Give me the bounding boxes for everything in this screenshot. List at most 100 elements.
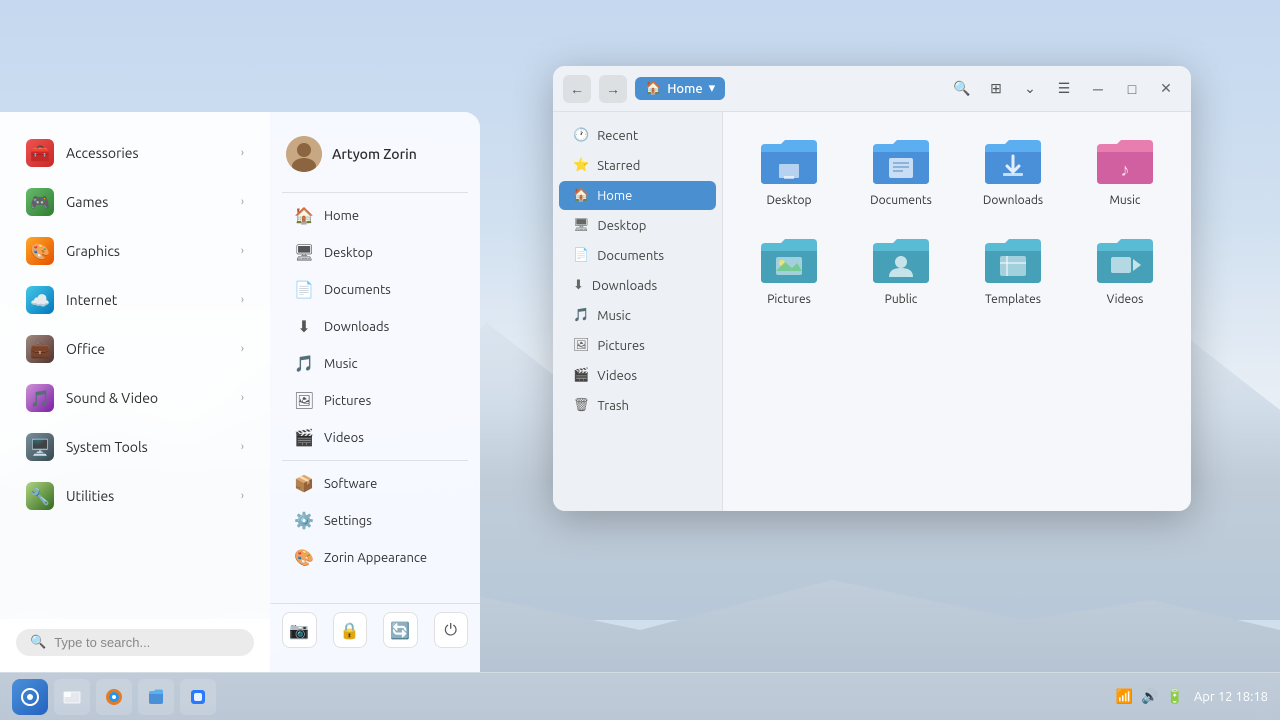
close-button[interactable]: ✕: [1151, 74, 1181, 104]
sidebar-item-trash[interactable]: 🗑 Trash: [559, 391, 716, 420]
category-accessories[interactable]: 🧰 Accessories ›: [8, 129, 262, 177]
right-home-icon: 🏠: [294, 206, 314, 225]
category-graphics[interactable]: 🎨 Graphics ›: [8, 227, 262, 275]
folder-templates-icon: [983, 235, 1043, 287]
right-settings-label: Settings: [324, 514, 372, 528]
svg-text:♪: ♪: [1121, 160, 1130, 180]
sidebar-item-pictures[interactable]: 🖼 Pictures: [559, 331, 716, 360]
right-item-pictures[interactable]: 🖼 Pictures: [278, 383, 472, 418]
folder-pictures-icon: [759, 235, 819, 287]
pictures-icon: 🖼: [573, 338, 590, 353]
sidebar-item-music[interactable]: 🎵 Music: [559, 301, 716, 330]
games-arrow: ›: [241, 196, 244, 208]
right-desktop-icon: 🖥: [294, 243, 314, 262]
sidebar-label-videos: Videos: [597, 369, 637, 383]
folder-videos[interactable]: Videos: [1075, 227, 1175, 314]
sidebar-label-starred: Starred: [597, 159, 640, 173]
documents-icon: 📄: [573, 248, 589, 263]
view-options-button[interactable]: ⌄: [1015, 74, 1045, 104]
category-internet[interactable]: ☁️ Internet ›: [8, 276, 262, 324]
right-item-desktop[interactable]: 🖥 Desktop: [278, 235, 472, 270]
right-videos-icon: 🎬: [294, 428, 314, 447]
folder-templates-label: Templates: [985, 293, 1041, 306]
category-system-tools[interactable]: 🖥️ System Tools ›: [8, 423, 262, 471]
sound-video-icon: 🎵: [26, 384, 54, 412]
taskbar-file-manager-button[interactable]: [138, 679, 174, 715]
lock-button[interactable]: 🔒: [333, 612, 368, 648]
user-section[interactable]: Artyom Zorin: [270, 128, 480, 188]
graphics-icon: 🎨: [26, 237, 54, 265]
right-item-videos[interactable]: 🎬 Videos: [278, 420, 472, 455]
music-icon: 🎵: [573, 308, 589, 323]
category-office[interactable]: 💼 Office ›: [8, 325, 262, 373]
right-item-downloads[interactable]: ⬇ Downloads: [278, 309, 472, 344]
right-item-zorin-appearance[interactable]: 🎨 Zorin Appearance: [278, 540, 472, 575]
trash-icon: 🗑: [573, 398, 590, 413]
sidebar-label-home: Home: [597, 189, 632, 203]
taskbar-files-button[interactable]: [54, 679, 90, 715]
app-menu: 🧰 Accessories › 🎮 Games › 🎨 Graphics › ☁…: [0, 112, 480, 672]
folder-music-label: Music: [1110, 194, 1141, 207]
category-games[interactable]: 🎮 Games ›: [8, 178, 262, 226]
internet-arrow: ›: [241, 294, 244, 306]
right-item-music[interactable]: 🎵 Music: [278, 346, 472, 381]
file-manager-window: ← → 🏠 Home ▾ 🔍 ⊞ ⌄ ☰ ─ □ ✕ 🕐 Recent ⭐ St: [553, 66, 1191, 511]
sidebar-item-desktop[interactable]: 🖥 Desktop: [559, 211, 716, 240]
games-icon: 🎮: [26, 188, 54, 216]
sidebar-item-starred[interactable]: ⭐ Starred: [559, 151, 716, 180]
screenshot-button[interactable]: 📷: [282, 612, 317, 648]
search-button[interactable]: 🔍: [947, 74, 977, 104]
right-pictures-label: Pictures: [324, 394, 371, 408]
category-sound-video[interactable]: 🎵 Sound & Video ›: [8, 374, 262, 422]
folder-public[interactable]: Public: [851, 227, 951, 314]
battery-icon: 🔋: [1166, 688, 1183, 705]
power-button[interactable]: ⏻: [434, 612, 469, 648]
wifi-icon: 📶: [1116, 688, 1133, 705]
sidebar-item-documents[interactable]: 📄 Documents: [559, 241, 716, 270]
right-videos-label: Videos: [324, 431, 364, 445]
right-home-label: Home: [324, 209, 359, 223]
right-item-home[interactable]: 🏠 Home: [278, 198, 472, 233]
fm-content-grid: Desktop Documents: [723, 112, 1191, 511]
folder-pictures[interactable]: Pictures: [739, 227, 839, 314]
forward-button[interactable]: →: [599, 75, 627, 103]
minimize-button[interactable]: ─: [1083, 74, 1113, 104]
taskbar-right: 📶 🔊 🔋 Apr 12 18:18: [1116, 688, 1268, 705]
toolbar-right: 🔍 ⊞ ⌄ ☰ ─ □ ✕: [947, 74, 1181, 104]
category-office-label: Office: [66, 341, 229, 357]
folder-downloads[interactable]: Downloads: [963, 128, 1063, 215]
utilities-icon: 🔧: [26, 482, 54, 510]
file-manager-body: 🕐 Recent ⭐ Starred 🏠 Home 🖥 Desktop 📄 Do…: [553, 112, 1191, 511]
folder-desktop[interactable]: Desktop: [739, 128, 839, 215]
right-desktop-label: Desktop: [324, 246, 373, 260]
back-button[interactable]: ←: [563, 75, 591, 103]
location-label: Home: [667, 82, 702, 96]
folder-templates[interactable]: Templates: [963, 227, 1063, 314]
right-software-icon: 📦: [294, 474, 314, 493]
taskbar-firefox-button[interactable]: [96, 679, 132, 715]
taskbar-zorin-connect-button[interactable]: [180, 679, 216, 715]
folder-documents[interactable]: Documents: [851, 128, 951, 215]
sidebar-item-home[interactable]: 🏠 Home: [559, 181, 716, 210]
right-item-software[interactable]: 📦 Software: [278, 466, 472, 501]
location-bar[interactable]: 🏠 Home ▾: [635, 77, 725, 100]
recent-icon: 🕐: [573, 128, 589, 143]
folder-videos-label: Videos: [1107, 293, 1144, 306]
view-toggle-button[interactable]: ⊞: [981, 74, 1011, 104]
starred-icon: ⭐: [573, 158, 589, 173]
sidebar-item-videos[interactable]: 🎬 Videos: [559, 361, 716, 390]
location-dropdown-arrow: ▾: [709, 81, 716, 96]
category-utilities[interactable]: 🔧 Utilities ›: [8, 472, 262, 520]
user-name-label: Artyom Zorin: [332, 146, 417, 162]
refresh-button[interactable]: 🔄: [383, 612, 418, 648]
right-item-settings[interactable]: ⚙️ Settings: [278, 503, 472, 538]
utilities-arrow: ›: [241, 490, 244, 502]
right-item-documents[interactable]: 📄 Documents: [278, 272, 472, 307]
sidebar-item-recent[interactable]: 🕐 Recent: [559, 121, 716, 150]
zorin-menu-button[interactable]: [12, 679, 48, 715]
folder-music[interactable]: ♪ Music: [1075, 128, 1175, 215]
menu-button[interactable]: ☰: [1049, 74, 1079, 104]
sidebar-item-downloads[interactable]: ⬇ Downloads: [559, 271, 716, 300]
maximize-button[interactable]: □: [1117, 74, 1147, 104]
search-input[interactable]: [54, 635, 240, 650]
